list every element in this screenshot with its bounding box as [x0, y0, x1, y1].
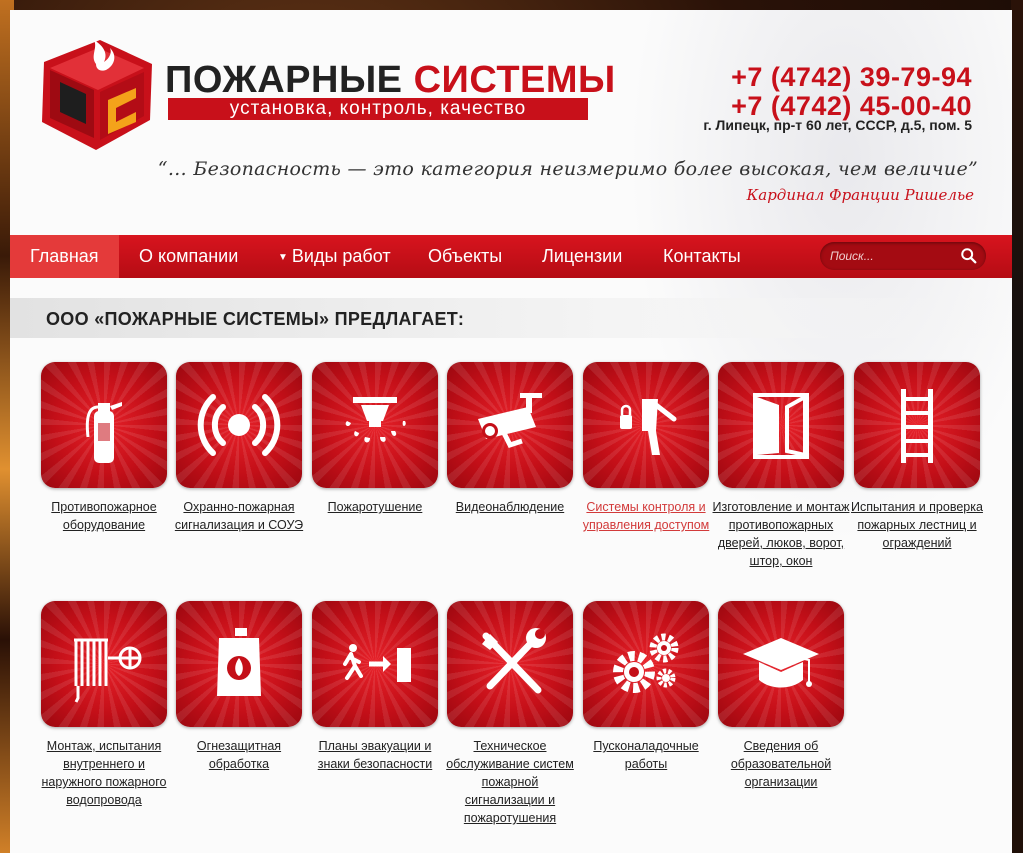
service-tile[interactable]: Огнезащитная обработка: [176, 601, 302, 773]
gears-icon: [613, 633, 679, 693]
address: г. Липецк, пр-т 60 лет, СССР, д.5, пом. …: [703, 117, 972, 133]
service-tile[interactable]: Противопожарное оборудование: [41, 362, 167, 534]
nav-item-licenses[interactable]: Лицензии: [542, 235, 622, 278]
door-icon: [753, 393, 809, 459]
nav-item-label: Лицензии: [542, 246, 623, 266]
service-tile[interactable]: Пожаротушение: [312, 362, 438, 516]
nav-item-label: Виды работ: [291, 246, 391, 266]
brand-title: ПОЖАРНЫЕ СИСТЕМЫ: [165, 60, 616, 100]
exit-sign-icon: [343, 644, 411, 682]
extinguisher-icon: [85, 402, 122, 463]
service-tile[interactable]: Видеонаблюдение: [447, 362, 573, 516]
service-link[interactable]: Сведения об образовательной организации: [712, 737, 850, 791]
section-title: ООО «ПОЖАРНЫЕ СИСТЕМЫ» ПРЕДЛАГАЕТ:: [46, 309, 465, 329]
service-tile-image[interactable]: [718, 601, 844, 727]
service-tile[interactable]: Техническое обслуживание систем пожарной…: [446, 601, 574, 827]
service-tile[interactable]: Охранно-пожарная сигнализация и СОУЭ: [175, 362, 303, 534]
canister-icon: [217, 628, 261, 696]
alarm-signal-icon: [197, 394, 281, 456]
service-link[interactable]: Пусконаладочные работы: [577, 737, 715, 773]
service-tile[interactable]: Планы эвакуации и знаки безопасности: [312, 601, 438, 773]
nav-item-label: Контакты: [663, 246, 741, 266]
service-link[interactable]: Изготовление и монтаж противопожарных дв…: [712, 498, 850, 570]
service-link[interactable]: Противопожарное оборудование: [35, 498, 173, 534]
nav-item-about[interactable]: О компании: [139, 235, 238, 278]
nav-item-label: Объекты: [428, 246, 503, 266]
service-tile[interactable]: Пусконаладочные работы: [583, 601, 709, 773]
search-input[interactable]: [830, 246, 950, 266]
tools-icon: [482, 628, 546, 694]
phone-primary[interactable]: +7 (4742) 39-79-94: [731, 62, 972, 92]
quote-text: “… Безопасность — это категория неизмери…: [157, 158, 978, 180]
nav-item-objects[interactable]: Объекты: [428, 235, 502, 278]
service-link[interactable]: Техническое обслуживание систем пожарной…: [441, 737, 579, 827]
service-link[interactable]: Видеонаблюдение: [441, 498, 579, 516]
graduation-cap-icon: [743, 638, 819, 688]
background-right: [1011, 0, 1023, 853]
nav-item-label: О компании: [139, 246, 239, 266]
service-link[interactable]: Монтаж, испытания внутреннего и наружног…: [35, 737, 173, 809]
nav-item-label: Главная: [30, 246, 99, 266]
service-link[interactable]: Системы контроля и управления доступом: [577, 498, 715, 534]
service-tile-image[interactable]: [447, 601, 573, 727]
nav-item-services[interactable]: ▼ Виды работ: [278, 235, 391, 278]
service-tile-image[interactable]: [176, 601, 302, 727]
service-link[interactable]: Охранно-пожарная сигнализация и СОУЭ: [170, 498, 308, 534]
brand-tagline: установка, контроль, качество: [168, 98, 588, 120]
service-link[interactable]: Огнезащитная обработка: [170, 737, 308, 773]
service-tile-image[interactable]: [854, 362, 980, 488]
quote-author: Кардинал Франции Ришелье: [746, 186, 974, 204]
service-link[interactable]: Планы эвакуации и знаки безопасности: [306, 737, 444, 773]
cctv-camera-icon: [478, 393, 542, 449]
service-link[interactable]: Пожаротушение: [306, 498, 444, 516]
service-tile-image[interactable]: [41, 601, 167, 727]
service-tile[interactable]: Монтаж, испытания внутреннего и наружног…: [41, 601, 167, 809]
service-tile[interactable]: Сведения об образовательной организации: [718, 601, 844, 791]
search-box: [820, 242, 986, 270]
service-tile-image[interactable]: [583, 601, 709, 727]
service-tile-image[interactable]: [312, 601, 438, 727]
service-tile-image[interactable]: [176, 362, 302, 488]
page-container: ПОЖАРНЫЕ СИСТЕМЫ установка, контроль, ка…: [10, 10, 1012, 853]
service-link[interactable]: Испытания и проверка пожарных лестниц и …: [848, 498, 986, 552]
service-tile-image[interactable]: [312, 362, 438, 488]
service-tile-image[interactable]: [41, 362, 167, 488]
brand-word-2: СИСТЕМЫ: [413, 59, 616, 101]
service-tile-image[interactable]: [583, 362, 709, 488]
service-tile[interactable]: Системы контроля и управления доступом: [583, 362, 709, 534]
fire-hose-icon: [74, 638, 142, 703]
ladder-icon: [901, 389, 933, 463]
caret-down-icon: ▼: [278, 252, 288, 263]
nav-item-contacts[interactable]: Контакты: [663, 235, 741, 278]
search-icon[interactable]: [960, 247, 978, 265]
service-tile[interactable]: Испытания и проверка пожарных лестниц и …: [851, 362, 983, 552]
nav-item-home[interactable]: Главная: [10, 235, 119, 278]
service-tile-image[interactable]: [718, 362, 844, 488]
turnstile-icon: [620, 399, 677, 455]
service-tile[interactable]: Изготовление и монтаж противопожарных дв…: [713, 362, 849, 570]
service-tile-image[interactable]: [447, 362, 573, 488]
brand-word-1: ПОЖАРНЫЕ: [165, 59, 403, 101]
sprinkler-icon: [345, 397, 406, 443]
logo-icon[interactable]: [38, 34, 156, 154]
